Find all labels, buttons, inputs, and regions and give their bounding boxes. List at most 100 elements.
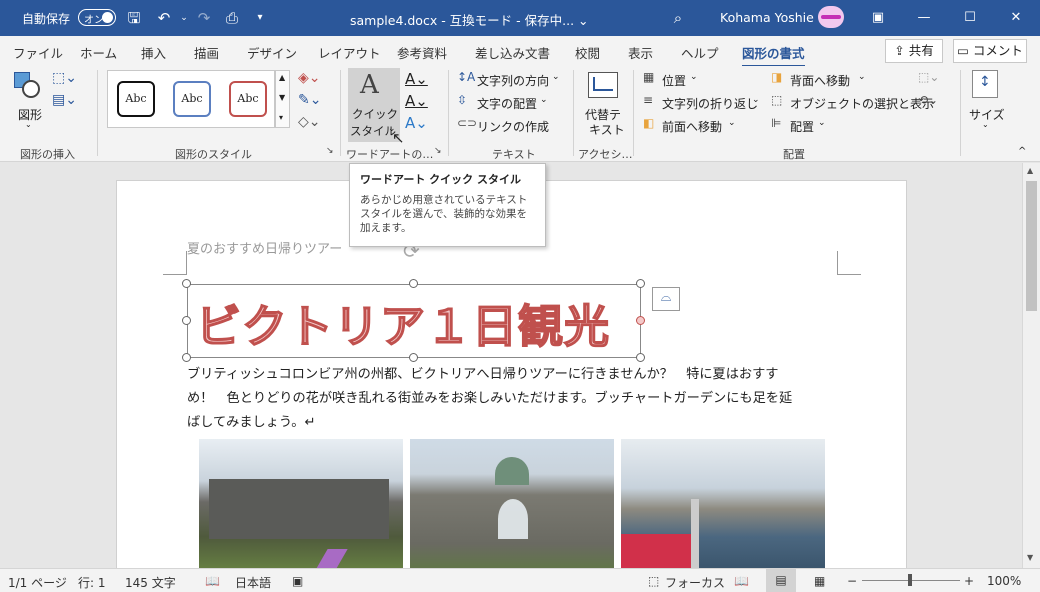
tab-help[interactable]: ヘルプ (681, 43, 719, 62)
tab-references[interactable]: 参考資料 (397, 43, 447, 62)
redo-icon[interactable]: ↷ (194, 8, 214, 28)
align-text-label[interactable]: 文字の配置 (477, 95, 537, 112)
selection-pane-label[interactable]: オブジェクトの選択と表示 (790, 95, 934, 112)
shape-style-black[interactable]: Abc (117, 81, 155, 117)
tab-view[interactable]: 表示 (628, 43, 653, 62)
resize-handle[interactable] (636, 279, 645, 288)
zoom-out-icon[interactable]: − (847, 574, 857, 588)
vertical-scrollbar[interactable]: ▲ ▼ (1022, 163, 1040, 568)
share-button[interactable]: ⇪ 共有 (885, 39, 943, 63)
undo-dropdown-icon[interactable]: ⌄ (174, 8, 194, 28)
alt-text-icon[interactable] (588, 72, 618, 98)
tab-design[interactable]: デザイン (247, 43, 297, 62)
avatar[interactable] (818, 6, 844, 28)
resize-handle[interactable] (409, 279, 418, 288)
proofing-icon[interactable]: 📖 (205, 574, 220, 588)
shape-outline-icon[interactable]: ✎⌄ (298, 92, 321, 108)
maximize-icon[interactable]: ☐ (958, 6, 982, 30)
line-number[interactable]: 行: 1 (78, 574, 106, 591)
comment-button[interactable]: ▭ コメント (953, 39, 1027, 63)
ribbon-display-icon[interactable]: ▣ (866, 6, 890, 30)
gallery-scroll[interactable]: ▲ ▼ ▾ (275, 70, 290, 128)
language-label[interactable]: 日本語 (235, 574, 271, 591)
undo-icon[interactable]: ↶ (154, 8, 174, 28)
tab-mailings[interactable]: 差し込み文書 (475, 43, 550, 62)
rotate-icon[interactable]: ⟲⌄ (918, 93, 938, 107)
size-icon[interactable]: ↕ (972, 70, 998, 98)
resize-handle[interactable] (409, 353, 418, 362)
wrap-text-dropdown-icon[interactable]: ⌄ (752, 95, 760, 105)
resize-handle[interactable] (636, 353, 645, 362)
gallery-more-icon[interactable]: ▾ (279, 113, 283, 122)
zoom-slider-thumb[interactable] (908, 574, 912, 586)
text-effects-icon[interactable]: A⌄ (405, 114, 428, 132)
bring-forward-label[interactable]: 前面へ移動 (662, 118, 722, 135)
paragraph-line-3[interactable]: ばしてみましょう。↵ (187, 411, 316, 430)
size-dropdown-icon[interactable]: ⌄ (982, 120, 989, 129)
wrap-text-label[interactable]: 文字列の折り返し (662, 95, 758, 112)
tab-draw[interactable]: 描画 (194, 43, 219, 62)
autosave-toggle[interactable]: オン (78, 9, 116, 26)
print-icon[interactable]: ⎙ (222, 8, 242, 28)
close-icon[interactable]: ✕ (1004, 6, 1028, 30)
tab-shape-format[interactable]: 図形の書式 (742, 43, 805, 68)
create-link-icon[interactable]: ⊂⊃ (457, 116, 477, 130)
text-fill-icon[interactable]: A⌄ (405, 70, 428, 88)
tab-layout[interactable]: レイアウト (318, 43, 381, 62)
align-dropdown-icon[interactable]: ⌄ (818, 118, 826, 128)
shape-styles-launcher-icon[interactable]: ↘ (326, 146, 334, 156)
text-outline-icon[interactable]: A⌄ (405, 92, 428, 110)
align-text-dropdown-icon[interactable]: ⌄ (540, 95, 548, 105)
header-text[interactable]: 夏のおすすめ日帰りツアー (187, 238, 342, 257)
tab-review[interactable]: 校閲 (575, 43, 600, 62)
resize-handle[interactable] (182, 316, 191, 325)
resize-handle[interactable] (182, 279, 191, 288)
shape-effects-icon[interactable]: ◇⌄ (298, 114, 321, 130)
hotel-photo[interactable] (199, 439, 403, 568)
wrap-text-icon[interactable]: ≡ (643, 93, 653, 107)
harbor-photo[interactable] (621, 439, 825, 568)
minimize-icon[interactable]: — (912, 6, 936, 30)
resize-handle[interactable] (636, 316, 645, 325)
shapes-icon[interactable] (14, 72, 44, 102)
parliament-photo[interactable] (410, 439, 614, 568)
shape-style-blue[interactable]: Abc (173, 81, 211, 117)
position-dropdown-icon[interactable]: ⌄ (690, 72, 698, 82)
alt-text-label-2[interactable]: キスト (589, 121, 625, 138)
char-count[interactable]: 145 文字 (125, 574, 176, 591)
text-direction-dropdown-icon[interactable]: ⌄ (552, 72, 560, 82)
paragraph-line-2[interactable]: め！ 色とりどりの花が咲き乱れる街並みをお楽しみいただけます。ブッチャートガーデ… (187, 387, 792, 406)
scroll-thumb[interactable] (1026, 181, 1037, 311)
wordart-frame[interactable]: ビクトリア１日観光 (187, 284, 641, 358)
send-backward-dropdown-icon[interactable]: ⌄ (858, 72, 866, 82)
print-layout-icon[interactable]: ▤ (766, 569, 796, 592)
position-icon[interactable]: ▦ (643, 70, 654, 84)
save-icon[interactable]: 🖫 (124, 8, 144, 28)
macro-icon[interactable]: ▣ (292, 574, 303, 588)
user-name[interactable]: Kohama Yoshie (720, 10, 814, 25)
tab-file[interactable]: ファイル (13, 43, 63, 62)
shape-fill-icon[interactable]: ◈⌄ (298, 70, 321, 86)
shapes-dropdown-icon[interactable]: ⌄ (25, 120, 32, 129)
align-label[interactable]: 配置 (790, 118, 814, 135)
group-objects-icon[interactable]: ⬚⌄ (918, 70, 939, 84)
wordart-launcher-icon[interactable]: ↘ (434, 146, 442, 156)
zoom-in-icon[interactable]: + (964, 574, 974, 588)
scroll-up-icon[interactable]: ▲ (1027, 166, 1033, 175)
layout-options-icon[interactable]: ⌓ (652, 287, 680, 311)
send-backward-icon[interactable]: ◨ (771, 70, 782, 84)
focus-icon[interactable]: ⬚ (648, 574, 659, 588)
page-count[interactable]: 1/1 ページ (8, 574, 67, 591)
textbox-icon[interactable]: ▤⌄ (52, 92, 77, 108)
tab-insert[interactable]: 挿入 (141, 43, 166, 62)
read-mode-icon[interactable]: 📖 (734, 574, 749, 588)
tab-home[interactable]: ホーム (80, 43, 117, 62)
align-icon[interactable]: ⊫ (771, 116, 781, 130)
collapse-ribbon-icon[interactable]: ^ (1018, 146, 1026, 157)
zoom-level[interactable]: 100% (987, 574, 1021, 588)
search-icon[interactable]: ⌕ (668, 8, 688, 28)
wordart-text[interactable]: ビクトリア１日観光 (195, 290, 610, 355)
edit-shape-icon[interactable]: ⬚⌄ (52, 70, 77, 86)
text-direction-icon[interactable]: ↕A (457, 70, 475, 84)
bring-forward-icon[interactable]: ◧ (643, 116, 654, 130)
